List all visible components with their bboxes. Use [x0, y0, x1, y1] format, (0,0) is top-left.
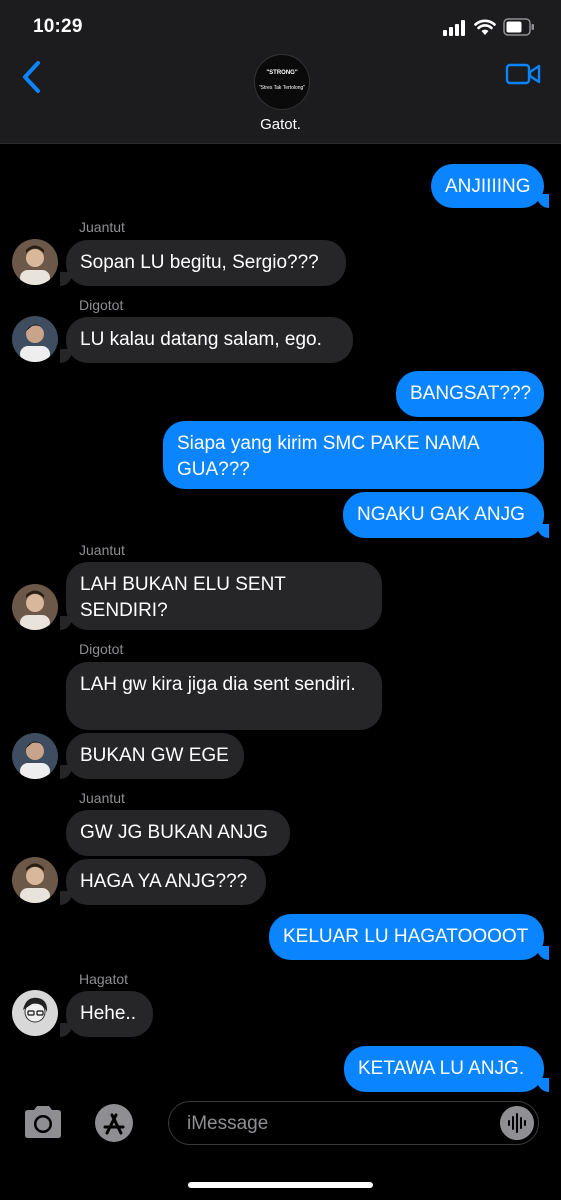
- message-text: HAGA YA ANJG???: [80, 871, 248, 892]
- message-input[interactable]: iMessage: [168, 1101, 539, 1145]
- outgoing-message[interactable]: NGAKU GAK ANJG: [343, 492, 544, 538]
- group-avatar-line1: "STRONG": [266, 70, 298, 76]
- message-text: BANGSAT???: [410, 383, 532, 404]
- bubble-tail: [537, 946, 549, 960]
- message-text: LAH gw kira jiga dia sent sendiri.: [80, 674, 356, 695]
- incoming-message[interactable]: LU kalau datang salam, ego.: [66, 317, 353, 363]
- video-call-icon[interactable]: [505, 62, 541, 86]
- avatar[interactable]: [12, 316, 58, 362]
- bubble-tail: [537, 194, 549, 208]
- incoming-message[interactable]: LAH gw kira jiga dia sent sendiri.: [66, 662, 382, 730]
- sender-name: Juantut: [79, 219, 125, 235]
- incoming-message[interactable]: GW JG BUKAN ANJG: [66, 810, 290, 856]
- outgoing-message[interactable]: Siapa yang kirim SMC PAKE NAMA GUA???: [163, 421, 544, 489]
- battery-icon: [503, 18, 534, 36]
- message-text: GW JG BUKAN ANJG: [80, 822, 268, 843]
- incoming-message[interactable]: LAH BUKAN ELU SENT SENDIRI?: [66, 562, 382, 630]
- avatar[interactable]: [12, 239, 58, 285]
- avatar[interactable]: [12, 990, 58, 1036]
- bubble-tail: [60, 616, 72, 630]
- outgoing-message[interactable]: KELUAR LU HAGATOOOOT: [269, 914, 544, 960]
- message-input-placeholder: iMessage: [187, 1113, 269, 1134]
- bubble-tail: [60, 272, 72, 286]
- message-text: ANJIIIING: [445, 176, 531, 197]
- bubble-tail: [60, 1023, 72, 1037]
- avatar[interactable]: [12, 584, 58, 630]
- signal-icon: [443, 20, 465, 36]
- bubble-tail: [537, 524, 549, 538]
- sender-name: Hagatot: [79, 971, 129, 987]
- bubble-tail: [60, 349, 72, 363]
- avatar[interactable]: [12, 733, 58, 779]
- group-avatar[interactable]: "STRONG" "Stres Tak Tertolong": [254, 54, 310, 110]
- audio-record-icon[interactable]: [500, 1106, 534, 1140]
- message-text: KETAWA LU ANJG.: [358, 1058, 525, 1079]
- avatar[interactable]: [12, 857, 58, 903]
- home-indicator[interactable]: [188, 1182, 373, 1188]
- incoming-message[interactable]: BUKAN GW EGE: [66, 733, 244, 779]
- camera-icon[interactable]: [21, 1104, 65, 1140]
- message-text: Siapa yang kirim SMC PAKE NAMA GUA???: [177, 433, 479, 480]
- conversation-header: 10:29 "STRONG" "Stres Tak Tertolong" Gat…: [0, 0, 561, 144]
- back-chevron-icon[interactable]: [20, 60, 50, 94]
- message-text: Hehe..: [80, 1003, 136, 1024]
- incoming-message[interactable]: HAGA YA ANJG???: [66, 859, 266, 905]
- wifi-icon: [474, 19, 496, 35]
- incoming-message[interactable]: Sopan LU begitu, Sergio???: [66, 240, 346, 286]
- outgoing-message[interactable]: BANGSAT???: [396, 371, 544, 417]
- outgoing-message[interactable]: KETAWA LU ANJG.: [344, 1046, 544, 1092]
- message-text: NGAKU GAK ANJG: [357, 504, 525, 525]
- sender-name: Digotot: [79, 641, 124, 657]
- message-text: LAH BUKAN ELU SENT SENDIRI?: [80, 574, 286, 621]
- message-text: KELUAR LU HAGATOOOOT: [283, 926, 529, 947]
- message-text: LU kalau datang salam, ego.: [80, 329, 322, 350]
- status-time: 10:29: [33, 16, 83, 37]
- bubble-tail: [60, 765, 72, 779]
- bubble-tail: [537, 1078, 549, 1092]
- sender-name: Juantut: [79, 790, 125, 806]
- app-store-icon[interactable]: [92, 1103, 140, 1143]
- sender-name: Juantut: [79, 542, 125, 558]
- outgoing-message[interactable]: ANJIIIING: [431, 164, 544, 208]
- sender-name: Digotot: [79, 297, 124, 313]
- message-text: BUKAN GW EGE: [80, 745, 229, 766]
- incoming-message[interactable]: Hehe..: [66, 991, 153, 1037]
- bubble-tail: [60, 891, 72, 905]
- message-text: Sopan LU begitu, Sergio???: [80, 252, 319, 273]
- group-avatar-line2: "Stres Tak Tertolong": [258, 85, 306, 91]
- conversation-title[interactable]: Gatot.: [0, 116, 561, 133]
